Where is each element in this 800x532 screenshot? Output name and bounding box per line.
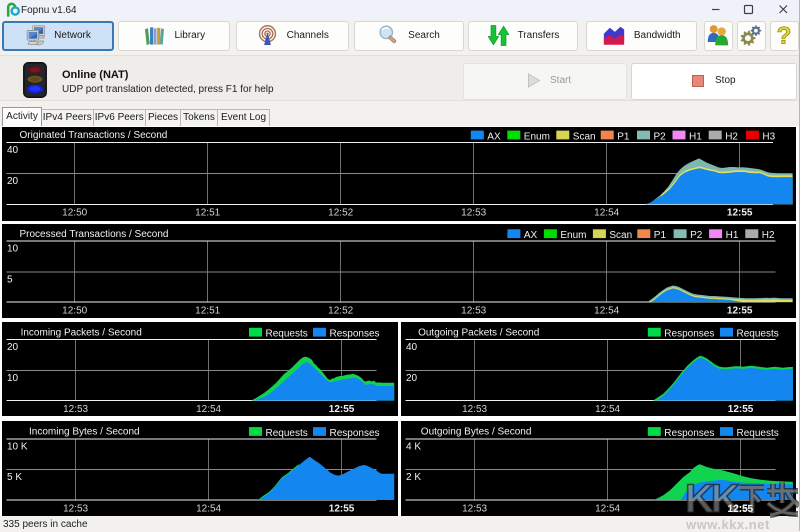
svg-text:10: 10 [7, 244, 19, 255]
svg-text:12:54: 12:54 [595, 503, 620, 514]
svg-text:12:55: 12:55 [727, 306, 753, 317]
svg-text:12:52: 12:52 [328, 208, 353, 219]
svg-text:12:53: 12:53 [462, 503, 487, 514]
svg-text:12:54: 12:54 [594, 306, 619, 317]
svg-text:Scan: Scan [573, 132, 596, 143]
svg-text:H3: H3 [762, 132, 775, 143]
svg-text:12:53: 12:53 [63, 404, 88, 415]
svg-text:H2: H2 [725, 132, 738, 143]
svg-text:Outgoing Packets / Second: Outgoing Packets / Second [418, 328, 539, 339]
svg-text:12:55: 12:55 [329, 503, 355, 514]
svg-text:40: 40 [406, 342, 418, 353]
svg-text:10: 10 [7, 373, 19, 384]
svg-text:Incoming Bytes / Second: Incoming Bytes / Second [29, 426, 140, 437]
svg-text:12:53: 12:53 [462, 404, 487, 415]
svg-text:Enum: Enum [524, 132, 550, 143]
svg-text:12:51: 12:51 [195, 306, 220, 317]
svg-text:12:53: 12:53 [461, 306, 486, 317]
svg-text:Processed Transactions / Secon: Processed Transactions / Second [20, 229, 169, 240]
svg-text:12:50: 12:50 [62, 208, 87, 219]
svg-text:12:55: 12:55 [329, 404, 355, 415]
svg-text:P1: P1 [654, 230, 667, 241]
svg-text:P2: P2 [654, 132, 667, 143]
svg-text:12:54: 12:54 [196, 404, 221, 415]
svg-text:AX: AX [524, 230, 538, 241]
svg-text:Responses: Responses [664, 329, 714, 340]
svg-text:Responses: Responses [664, 428, 714, 439]
svg-text:P1: P1 [617, 132, 630, 143]
svg-text:12:54: 12:54 [594, 208, 619, 219]
svg-text:Responses: Responses [330, 329, 380, 340]
svg-text:12:51: 12:51 [195, 208, 220, 219]
svg-text:Incoming Packets / Second: Incoming Packets / Second [21, 328, 142, 339]
svg-text:4 K: 4 K [406, 441, 421, 452]
svg-text:20: 20 [406, 373, 418, 384]
svg-text:Originated Transactions / Seco: Originated Transactions / Second [20, 131, 168, 142]
svg-text:10 K: 10 K [7, 441, 28, 452]
svg-text:Requests: Requests [266, 329, 308, 340]
svg-text:12:54: 12:54 [196, 503, 221, 514]
svg-text:Requests: Requests [736, 428, 778, 439]
svg-text:H1: H1 [726, 230, 739, 241]
svg-text:12:54: 12:54 [595, 404, 620, 415]
svg-text:Outgoing Bytes / Second: Outgoing Bytes / Second [420, 426, 531, 437]
svg-text:AX: AX [487, 132, 501, 143]
svg-text:P2: P2 [690, 230, 703, 241]
svg-text:20: 20 [7, 342, 19, 353]
svg-text:12:53: 12:53 [63, 503, 88, 514]
svg-text:12:55: 12:55 [727, 404, 753, 415]
svg-text:?: ? [777, 24, 792, 48]
svg-text:5 K: 5 K [7, 472, 22, 483]
svg-text:Responses: Responses [330, 428, 380, 439]
svg-text:Requests: Requests [736, 329, 778, 340]
svg-text:20: 20 [7, 177, 19, 188]
svg-text:12:52: 12:52 [328, 306, 353, 317]
svg-text:Enum: Enum [560, 230, 586, 241]
svg-text:Scan: Scan [609, 230, 632, 241]
svg-text:H1: H1 [689, 132, 702, 143]
svg-text:Requests: Requests [266, 428, 308, 439]
svg-text:5: 5 [7, 275, 13, 286]
svg-text:12:50: 12:50 [62, 306, 87, 317]
svg-text:12:55: 12:55 [727, 208, 753, 219]
svg-text:2 K: 2 K [406, 472, 421, 483]
svg-text:40: 40 [7, 145, 19, 156]
svg-text:12:53: 12:53 [461, 208, 486, 219]
svg-text:H2: H2 [762, 230, 775, 241]
